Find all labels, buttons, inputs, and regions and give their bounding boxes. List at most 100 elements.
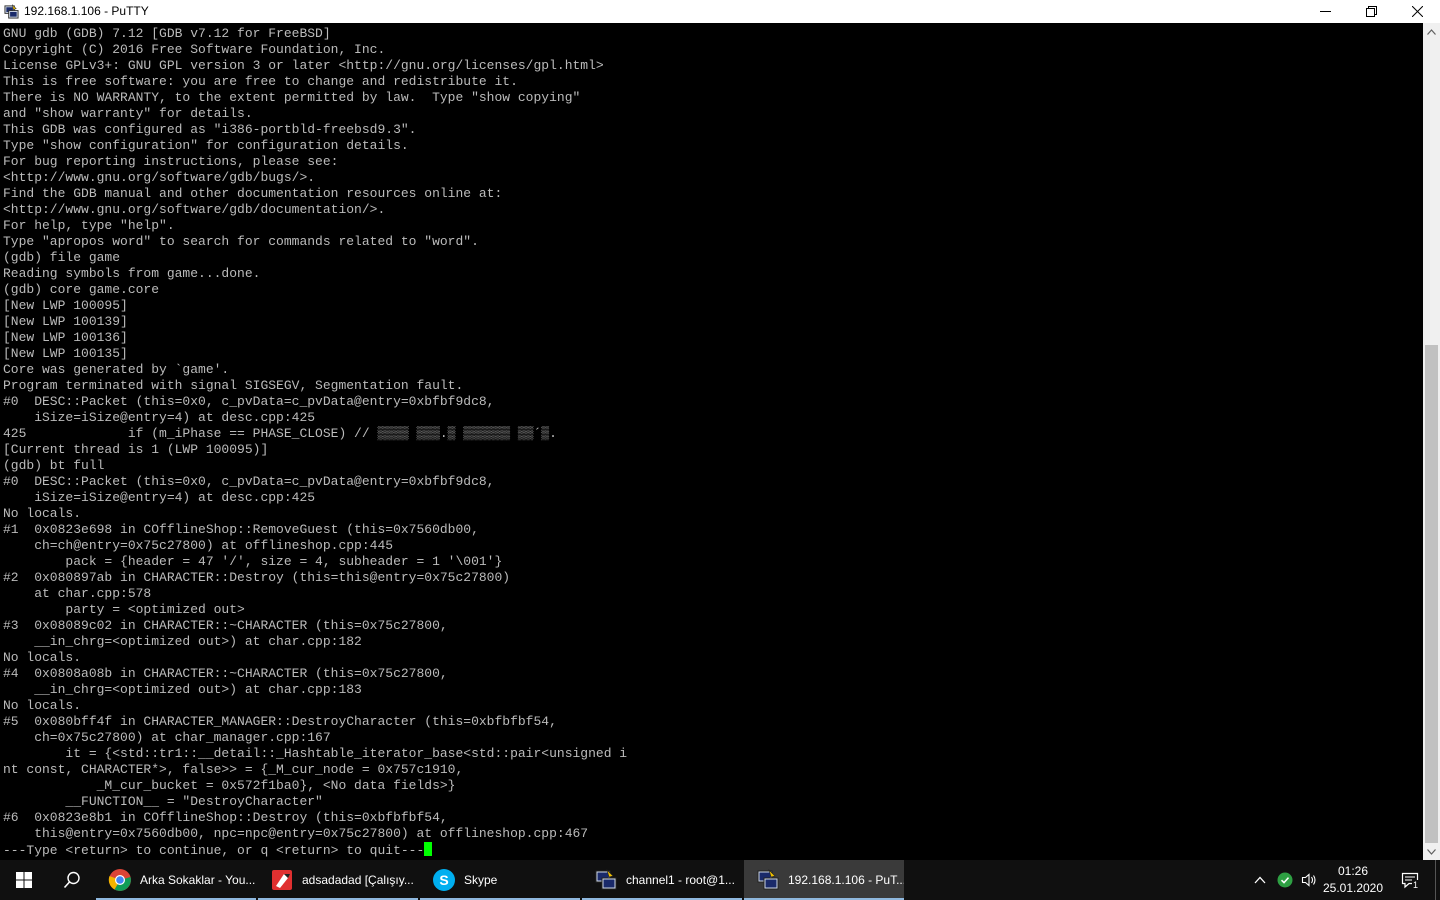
taskbar-item-label: 192.168.1.106 - PuT...: [788, 873, 904, 887]
terminal-line: License GPLv3+: GNU GPL version 3 or lat…: [3, 58, 604, 74]
putty-icon: [595, 868, 617, 890]
close-icon: [1411, 6, 1423, 17]
terminal-line-text: For bug reporting instructions, please s…: [3, 154, 339, 169]
chevron-up-icon: [1254, 876, 1266, 884]
terminal-line-text: Type "show configuration" for configurat…: [3, 138, 409, 153]
terminal-line-text: [New LWP 100095]: [3, 298, 128, 313]
minimize-button[interactable]: [1302, 0, 1348, 23]
terminal-line-text: [Current thread is 1 (LWP 100095)]: [3, 442, 269, 457]
taskbar-item-putty-active[interactable]: 192.168.1.106 - PuT...: [744, 860, 904, 900]
tray-volume[interactable]: [1298, 860, 1320, 900]
terminal-line: Type "apropos word" to search for comman…: [3, 234, 479, 250]
scroll-thumb[interactable]: [1425, 345, 1438, 843]
terminal-line: ---Type <return> to continue, or q <retu…: [3, 842, 433, 858]
taskbar-clock[interactable]: 01:26 25.01.2020: [1318, 863, 1388, 897]
chevron-up-icon: [1427, 28, 1436, 35]
terminal-line: For bug reporting instructions, please s…: [3, 154, 338, 170]
scroll-down-button[interactable]: [1423, 843, 1440, 860]
terminal-line-text: __in_chrg=<optimized out>) at char.cpp:1…: [3, 682, 362, 697]
terminal-line: it = {<std::tr1::__detail::_Hashtable_it…: [3, 746, 627, 762]
terminal-line-text: <http://www.gnu.org/software/gdb/bugs/>.: [3, 170, 316, 185]
clock-time: 01:26: [1337, 864, 1369, 878]
terminal-line-text: it = {<std::tr1::__detail::_Hashtable_it…: [3, 746, 628, 761]
terminal-line: #5 0x080bff4f in CHARACTER_MANAGER::Dest…: [3, 714, 557, 730]
terminal-line-text: __in_chrg=<optimized out>) at char.cpp:1…: [3, 634, 362, 649]
putty-icon: [757, 868, 779, 890]
terminal-line-text: No locals.: [3, 506, 82, 521]
terminal-line: #4 0x0808a08b in CHARACTER::~CHARACTER (…: [3, 666, 448, 682]
terminal-line-text: ch=0x75c27800) at char_manager.cpp:167: [3, 730, 331, 745]
taskbar-item-putty-channel1[interactable]: channel1 - root@1...: [582, 860, 742, 900]
restore-button[interactable]: [1348, 0, 1394, 23]
terminal-line-text: nt const, CHARACTER*>, false>> = {_M_cur…: [3, 762, 464, 777]
notification-count: 1: [1412, 880, 1420, 890]
scroll-up-button[interactable]: [1423, 23, 1440, 40]
terminal-line: [New LWP 100139]: [3, 314, 128, 330]
terminal-line-text: #3 0x08089c02 in CHARACTER::~CHARACTER (…: [3, 618, 448, 633]
terminal-line-text: This GDB was configured as "i386-portbld…: [3, 122, 417, 137]
terminal-line: ch=0x75c27800) at char_manager.cpp:167: [3, 730, 331, 746]
terminal-line: No locals.: [3, 506, 81, 522]
terminal-line-text: 425 if (m_iPhase == PHASE_CLOSE) // ▒▒▒▒…: [3, 426, 557, 441]
tray-overflow-button[interactable]: [1250, 860, 1270, 900]
window-title: 192.168.1.106 - PuTTY: [24, 4, 149, 18]
taskbar-item-app[interactable]: adsadadad [Çalışıy...: [258, 860, 418, 900]
terminal-line-text: [New LWP 100139]: [3, 314, 128, 329]
terminal-line: _M_cur_bucket = 0x572f1ba0}, <No data fi…: [3, 778, 456, 794]
clock-date: 25.01.2020: [1322, 881, 1384, 895]
terminal-line-text: iSize=iSize@entry=4) at desc.cpp:425: [3, 410, 316, 425]
terminal-line-text: <http://www.gnu.org/software/gdb/documen…: [3, 202, 386, 217]
terminal-line-text: this@entry=0x7560db00, npc=npc@entry=0x7…: [3, 826, 589, 841]
terminal-line: Copyright (C) 2016 Free Software Foundat…: [3, 42, 385, 58]
taskbar-item-skype[interactable]: S Skype: [420, 860, 580, 900]
terminal-cursor: [424, 842, 433, 856]
terminal-line: [New LWP 100135]: [3, 346, 128, 362]
terminal-line: For help, type "help".: [3, 218, 175, 234]
terminal-line: pack = {header = 47 '/', size = 4, subhe…: [3, 554, 502, 570]
terminal-line: There is NO WARRANTY, to the extent perm…: [3, 90, 580, 106]
terminal-line: __in_chrg=<optimized out>) at char.cpp:1…: [3, 682, 362, 698]
terminal-output[interactable]: GNU gdb (GDB) 7.12 [GDB v7.12 for FreeBS…: [0, 23, 1423, 860]
terminal-line: iSize=iSize@entry=4) at desc.cpp:425: [3, 490, 315, 506]
close-button[interactable]: [1394, 0, 1440, 23]
putty-icon: [4, 4, 19, 19]
terminal-line-text: and "show warranty" for details.: [3, 106, 253, 121]
terminal-line-text: ch=ch@entry=0x75c27800) at offlineshop.c…: [3, 538, 394, 553]
terminal-line: #3 0x08089c02 in CHARACTER::~CHARACTER (…: [3, 618, 448, 634]
terminal-line-text: iSize=iSize@entry=4) at desc.cpp:425: [3, 490, 316, 505]
restore-icon: [1365, 6, 1377, 17]
svg-text:S: S: [439, 872, 448, 888]
terminal-line-text: #2 0x080897ab in CHARACTER::Destroy (thi…: [3, 570, 511, 585]
action-center-button[interactable]: 1: [1394, 860, 1426, 900]
taskbar-item-label: Arka Sokaklar - You...: [140, 873, 256, 887]
terminal-line: (gdb) bt full: [3, 458, 104, 474]
taskbar-item-label: Skype: [464, 873, 498, 887]
terminal-line-text: Reading symbols from game...done.: [3, 266, 261, 281]
terminal-line: This GDB was configured as "i386-portbld…: [3, 122, 416, 138]
terminal-line: <http://www.gnu.org/software/gdb/documen…: [3, 202, 385, 218]
terminal-line: #0 DESC::Packet (this=0x0, c_pvData=c_pv…: [3, 394, 494, 410]
tray-security-status[interactable]: [1274, 860, 1296, 900]
check-shield-icon: [1277, 872, 1293, 888]
terminal-line: 425 if (m_iPhase == PHASE_CLOSE) // ▒▒▒▒…: [3, 426, 557, 442]
start-button[interactable]: [0, 860, 48, 900]
terminal-line-text: License GPLv3+: GNU GPL version 3 or lat…: [3, 58, 604, 73]
terminal-line: [New LWP 100136]: [3, 330, 128, 346]
terminal-line: Core was generated by `game'.: [3, 362, 229, 378]
terminal-line-text: #4 0x0808a08b in CHARACTER::~CHARACTER (…: [3, 666, 448, 681]
terminal-line: <http://www.gnu.org/software/gdb/bugs/>.: [3, 170, 315, 186]
terminal-line-text: (gdb) bt full: [3, 458, 105, 473]
taskbar-item-chrome[interactable]: Arka Sokaklar - You...: [96, 860, 256, 900]
terminal-line-text: #0 DESC::Packet (this=0x0, c_pvData=c_pv…: [3, 394, 495, 409]
terminal-line: #6 0x0823e8b1 in COfflineShop::Destroy (…: [3, 810, 448, 826]
terminal-line: [New LWP 100095]: [3, 298, 128, 314]
terminal-line: iSize=iSize@entry=4) at desc.cpp:425: [3, 410, 315, 426]
title-bar[interactable]: 192.168.1.106 - PuTTY: [0, 0, 1440, 23]
terminal-line-text: Program terminated with signal SIGSEGV, …: [3, 378, 464, 393]
skype-icon: S: [433, 869, 455, 891]
show-desktop-button[interactable]: [1435, 860, 1440, 900]
terminal-line: this@entry=0x7560db00, npc=npc@entry=0x7…: [3, 826, 588, 842]
terminal-line-text: (gdb) file game: [3, 250, 121, 265]
search-button[interactable]: [48, 860, 96, 900]
vertical-scrollbar[interactable]: [1423, 23, 1440, 860]
